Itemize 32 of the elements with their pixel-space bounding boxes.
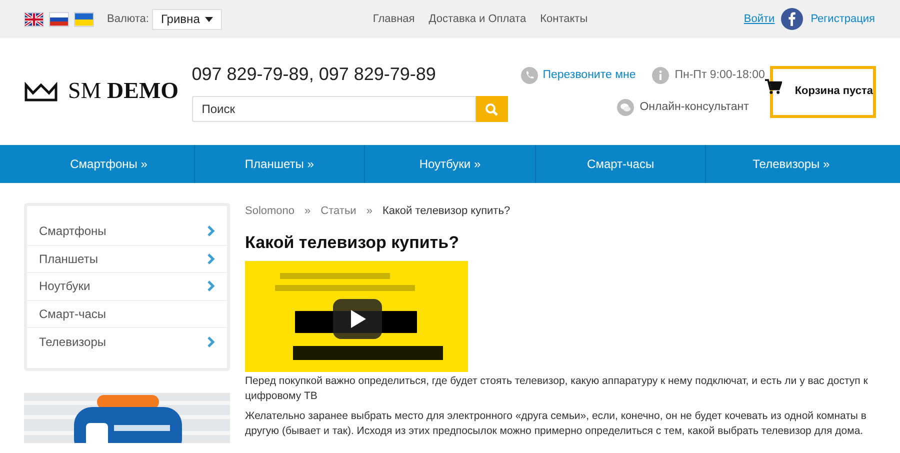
nav-item[interactable]: Ноутбуки »	[364, 145, 535, 183]
callback-link[interactable]: Перезвоните мне	[542, 67, 636, 84]
top-link[interactable]: Главная	[372, 10, 415, 28]
nav-item[interactable]: Планшеты »	[194, 145, 364, 183]
currency-dropdown[interactable]: Гривна	[152, 8, 222, 30]
nav-item[interactable]: Телевизоры »	[705, 145, 876, 183]
online-consultant-link[interactable]: Онлайн-консультант	[640, 98, 749, 116]
breadcrumb-separator: »	[304, 204, 311, 219]
phone-numbers: 097 829-79-89, 097 829-79-89	[192, 63, 437, 86]
breadcrumb-current: Какой телевизор купить?	[382, 204, 510, 219]
top-link[interactable]: Контакты	[540, 10, 588, 28]
breadcrumb-link[interactable]: Статьи	[320, 203, 356, 220]
article-paragraph: Перед покупкой важно определиться, где будет стоять телевизор, какую аппаратуру к нему подключат, и есть ли у вас доступ к цифровому ТВ	[245, 374, 869, 404]
search-field[interactable]: Поиск	[192, 96, 476, 122]
category-item[interactable]: Телевизоры	[27, 328, 227, 356]
category-item[interactable]: Ноутбуки	[27, 273, 227, 300]
login-link[interactable]: Войти	[744, 10, 775, 28]
nav-item[interactable]: Смарт-часы	[534, 145, 706, 183]
breadcrumb-link[interactable]: Solomono	[245, 203, 295, 220]
top-link[interactable]: Доставка и Оплата	[428, 10, 526, 28]
cart-button[interactable]: Корзина пуста	[770, 66, 876, 118]
article-title: Какой телевизор купить?	[245, 232, 460, 254]
article-paragraph: Желательно заранее выбрать место для электронного «друга семьи», если, конечно, он не будет кочевать из одной комнаты в другую (бывает и так). Исходя из этих предпосылок можно примерно определиться с тем, какой выбрать телевизор для дома.	[245, 409, 868, 439]
register-link[interactable]: Регистрация	[810, 10, 875, 28]
breadcrumb-separator: »	[366, 204, 372, 219]
category-item[interactable]: Смартфоны	[27, 218, 227, 246]
category-item[interactable]: Смарт-часы	[27, 300, 227, 328]
working-hours: Пн-Пт 9:00-18:00	[674, 68, 765, 84]
nav-item[interactable]: Смартфоны »	[24, 145, 194, 183]
logo-text: SM DEMO	[68, 77, 179, 106]
currency-label: Валюта:	[107, 12, 149, 27]
category-item[interactable]: Планшеты	[27, 246, 227, 273]
